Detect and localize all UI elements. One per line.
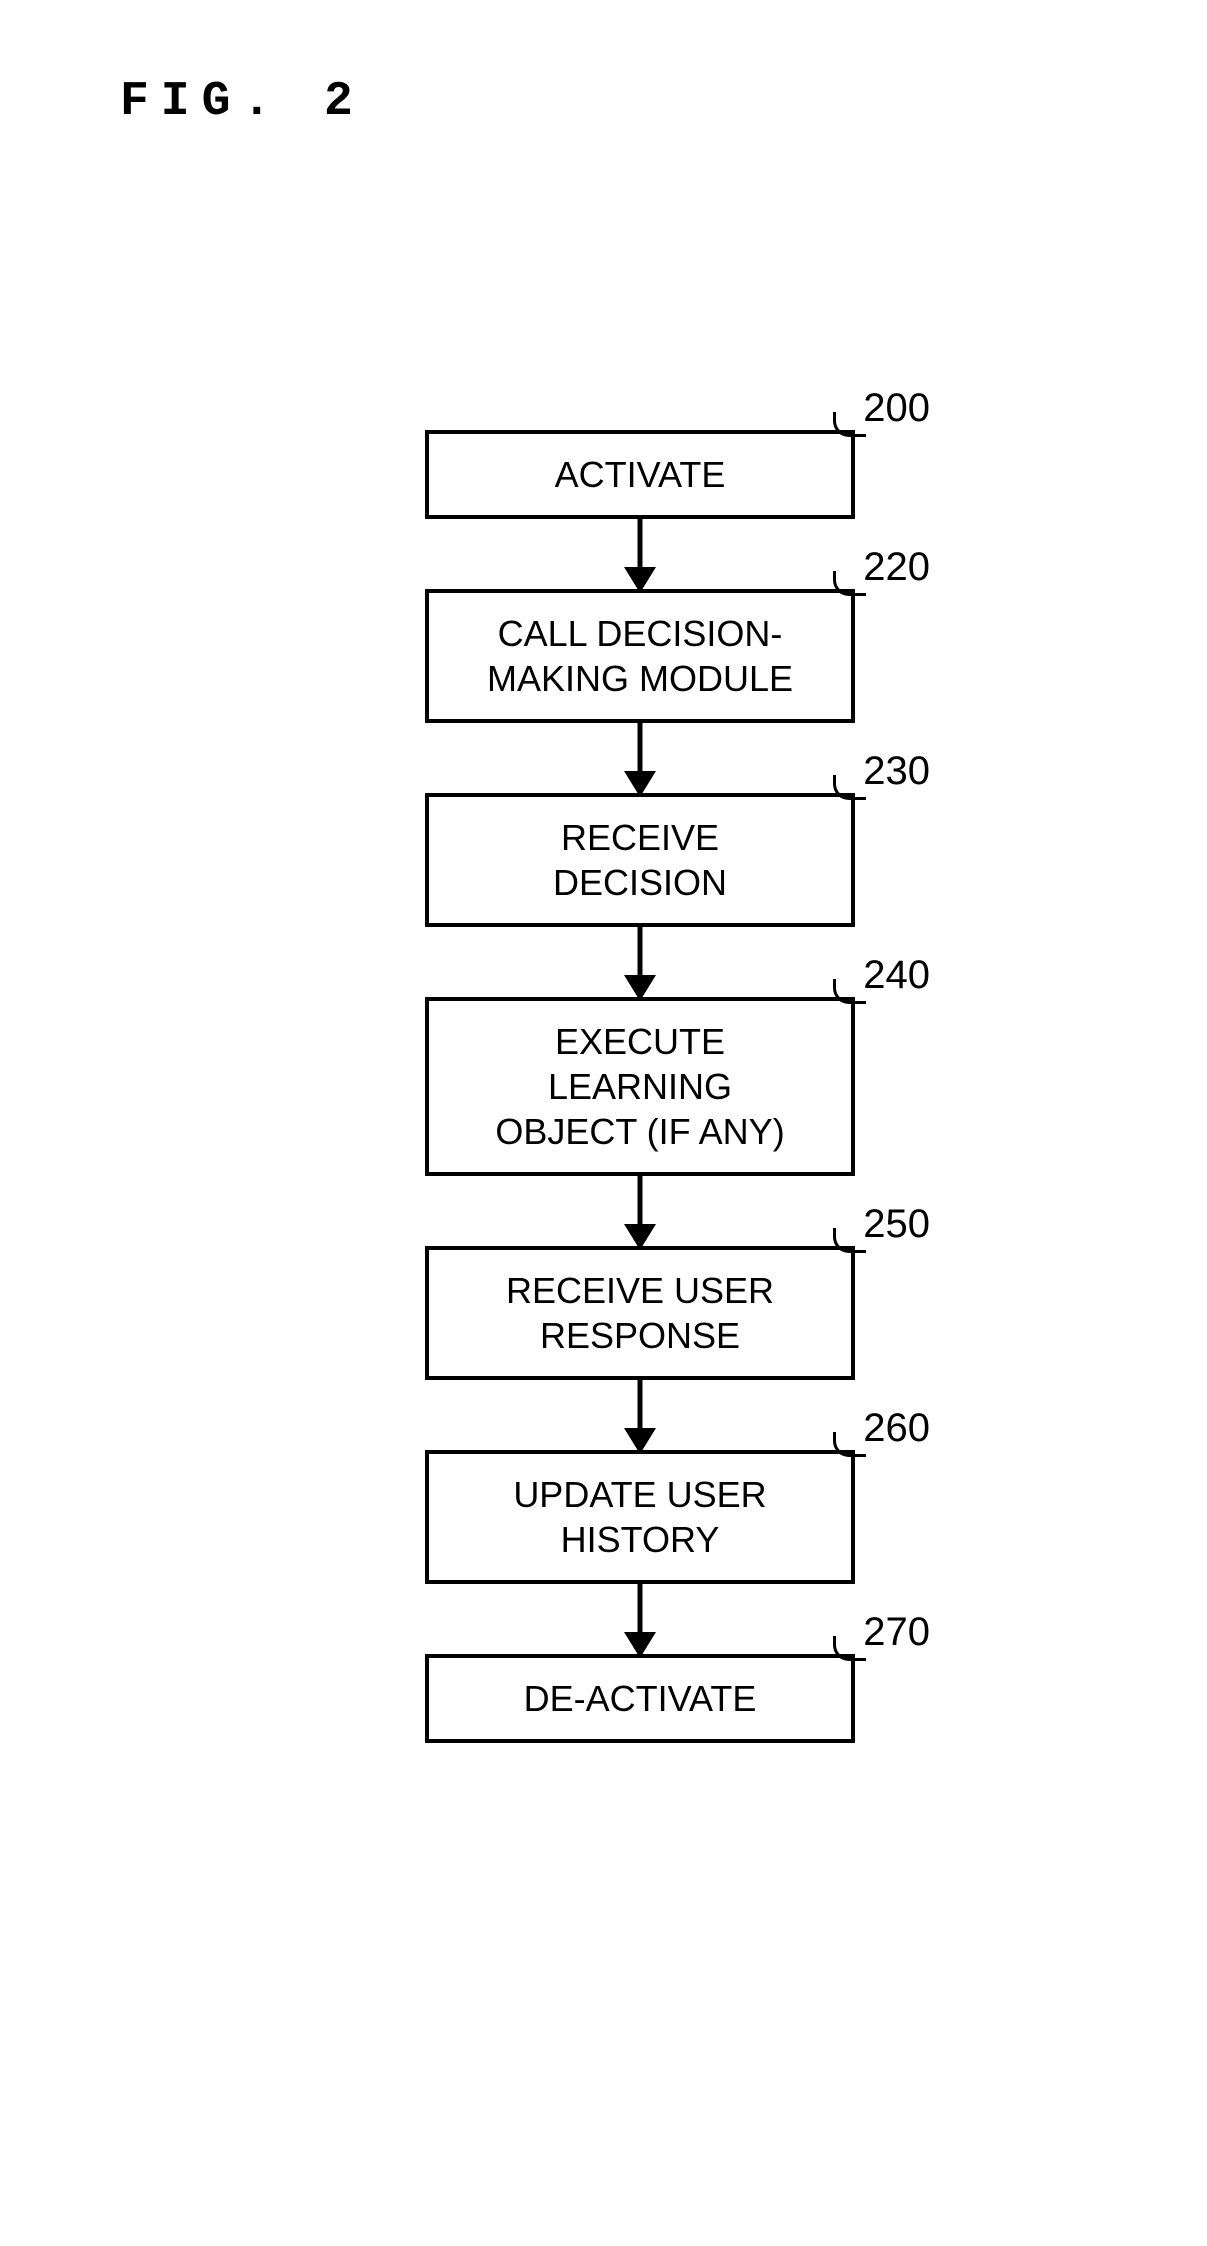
ref-number: 260 [863, 1406, 930, 1451]
ref-hook [833, 1636, 866, 1661]
ref-hook [833, 571, 866, 596]
ref-number: 240 [863, 953, 930, 998]
ref-number: 230 [863, 749, 930, 794]
flowchart: 200 ACTIVATE 220 CALL DECISION-MAKING MO… [390, 430, 890, 1743]
ref-hook [833, 979, 866, 1004]
step-box: RECEIVEDECISION [425, 793, 855, 927]
step-receive-decision: 230 RECEIVEDECISION [390, 793, 890, 927]
ref-hook [833, 1228, 866, 1253]
ref-hook [833, 775, 866, 800]
ref-number: 250 [863, 1202, 930, 1247]
step-box: DE-ACTIVATE [425, 1654, 855, 1743]
figure-label: FIG. 2 [120, 75, 365, 129]
ref-hook [833, 1432, 866, 1457]
ref-hook [833, 412, 866, 437]
step-update-user-history: 260 UPDATE USERHISTORY [390, 1450, 890, 1584]
step-receive-user-response: 250 RECEIVE USERRESPONSE [390, 1246, 890, 1380]
step-box: RECEIVE USERRESPONSE [425, 1246, 855, 1380]
step-box: EXECUTELEARNINGOBJECT (IF ANY) [425, 997, 855, 1176]
ref-number: 200 [863, 386, 930, 431]
ref-number: 270 [863, 1610, 930, 1655]
ref-number: 220 [863, 545, 930, 590]
step-box: UPDATE USERHISTORY [425, 1450, 855, 1584]
step-execute-learning-object: 240 EXECUTELEARNINGOBJECT (IF ANY) [390, 997, 890, 1176]
step-box: CALL DECISION-MAKING MODULE [425, 589, 855, 723]
step-box: ACTIVATE [425, 430, 855, 519]
step-call-decision-making: 220 CALL DECISION-MAKING MODULE [390, 589, 890, 723]
step-activate: 200 ACTIVATE [390, 430, 890, 519]
step-deactivate: 270 DE-ACTIVATE [390, 1654, 890, 1743]
